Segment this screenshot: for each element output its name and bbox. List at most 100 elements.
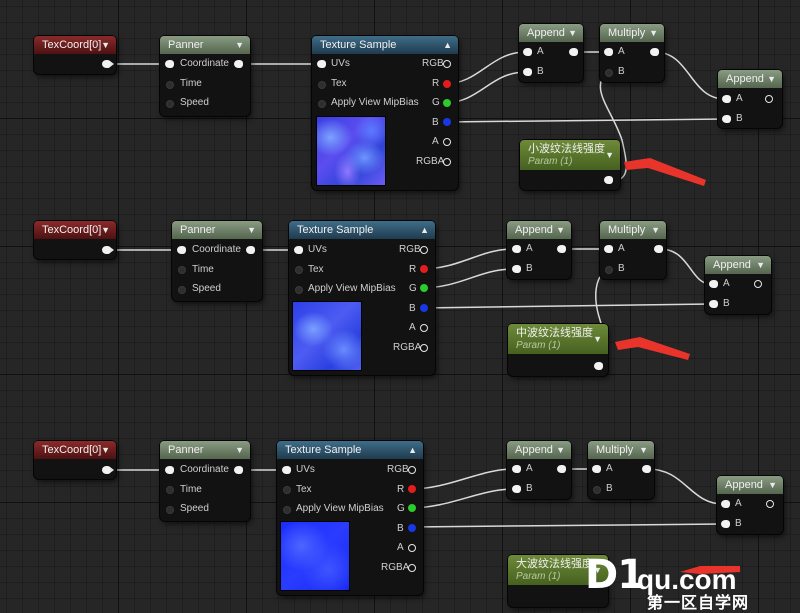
append-node-final[interactable]: Append ▼ A B bbox=[705, 256, 771, 314]
b-input-pin[interactable] bbox=[512, 485, 521, 493]
g-output-pin[interactable] bbox=[420, 284, 428, 292]
a-input-pin[interactable] bbox=[709, 280, 718, 288]
rgba-output-pin[interactable] bbox=[443, 158, 451, 166]
chevron-down-icon[interactable]: ▼ bbox=[247, 221, 256, 239]
mipbias-input-pin[interactable] bbox=[318, 100, 326, 108]
chevron-down-icon[interactable]: ▼ bbox=[235, 441, 244, 459]
time-input-pin[interactable] bbox=[166, 81, 174, 89]
chevron-up-icon[interactable]: ▲ bbox=[443, 36, 452, 54]
b-input-pin[interactable] bbox=[512, 265, 521, 273]
a-output-pin[interactable] bbox=[420, 324, 428, 332]
output-pin[interactable] bbox=[604, 176, 613, 184]
chevron-down-icon[interactable]: ▼ bbox=[605, 146, 614, 164]
append-node-final[interactable]: Append ▼ A B bbox=[717, 476, 783, 534]
rgba-output-pin[interactable] bbox=[420, 344, 428, 352]
tex-input-pin[interactable] bbox=[318, 81, 326, 89]
chevron-down-icon[interactable]: ▼ bbox=[651, 221, 660, 239]
chevron-down-icon[interactable]: ▼ bbox=[768, 476, 777, 494]
a-input-pin[interactable] bbox=[604, 245, 613, 253]
multiply-node[interactable]: Multiply ▼ A B bbox=[600, 24, 664, 82]
coordinate-input-pin[interactable] bbox=[177, 246, 186, 254]
b-output-pin[interactable] bbox=[408, 524, 416, 532]
mipbias-input-pin[interactable] bbox=[283, 506, 291, 514]
a-output-pin[interactable] bbox=[408, 544, 416, 552]
b-input-pin[interactable] bbox=[722, 115, 731, 123]
texture-sample-node[interactable]: Texture Sample ▲ UVs Tex Apply View MipBi… bbox=[277, 441, 423, 595]
a-input-pin[interactable] bbox=[592, 465, 601, 473]
tex-input-pin[interactable] bbox=[283, 486, 291, 494]
a-output-pin[interactable] bbox=[443, 138, 451, 146]
tex-input-pin[interactable] bbox=[295, 266, 303, 274]
rgba-output-pin[interactable] bbox=[408, 564, 416, 572]
chevron-up-icon[interactable]: ▲ bbox=[420, 221, 429, 239]
chevron-down-icon[interactable]: ▼ bbox=[568, 24, 577, 42]
time-input-pin[interactable] bbox=[178, 266, 186, 274]
output-pin[interactable] bbox=[557, 465, 566, 473]
speed-input-pin[interactable] bbox=[178, 286, 186, 294]
panner-node[interactable]: Panner ▼ Coordinate Time Speed bbox=[160, 36, 250, 116]
mipbias-input-pin[interactable] bbox=[295, 286, 303, 294]
texcoord-node[interactable]: TexCoord[0] ▼ bbox=[34, 441, 116, 479]
append-node-final[interactable]: Append ▼ A B bbox=[718, 70, 782, 128]
r-output-pin[interactable] bbox=[408, 485, 416, 493]
chevron-down-icon[interactable]: ▼ bbox=[556, 221, 565, 239]
append-node[interactable]: Append ▼ A B bbox=[519, 24, 583, 82]
chevron-up-icon[interactable]: ▲ bbox=[408, 441, 417, 459]
chevron-down-icon[interactable]: ▼ bbox=[235, 36, 244, 54]
chevron-down-icon[interactable]: ▼ bbox=[767, 70, 776, 88]
output-pin[interactable] bbox=[246, 246, 255, 254]
texture-sample-node[interactable]: Texture Sample ▲ UVs Tex Apply View MipBi… bbox=[312, 36, 458, 190]
texcoord-node[interactable]: TexCoord[0] ▼ bbox=[34, 36, 116, 74]
output-pin[interactable] bbox=[557, 245, 566, 253]
b-input-pin[interactable] bbox=[721, 520, 730, 528]
a-input-pin[interactable] bbox=[721, 500, 730, 508]
texcoord-node[interactable]: TexCoord[0] ▼ bbox=[34, 221, 116, 259]
b-output-pin[interactable] bbox=[420, 304, 428, 312]
output-pin[interactable] bbox=[654, 245, 663, 253]
output-pin[interactable] bbox=[569, 48, 578, 56]
chevron-down-icon[interactable]: ▼ bbox=[756, 256, 765, 274]
multiply-node[interactable]: Multiply ▼ A B bbox=[600, 221, 666, 279]
output-pin[interactable] bbox=[766, 500, 774, 508]
output-pin[interactable] bbox=[754, 280, 762, 288]
param-node[interactable]: 中波纹法线强度 Param (1) ▼ bbox=[508, 324, 608, 376]
chevron-down-icon[interactable]: ▼ bbox=[593, 330, 602, 348]
chevron-down-icon[interactable]: ▼ bbox=[639, 441, 648, 459]
coordinate-input-pin[interactable] bbox=[165, 60, 174, 68]
b-input-pin[interactable] bbox=[709, 300, 718, 308]
texture-sample-node[interactable]: Texture Sample ▲ UVs Tex Apply View MipBi… bbox=[289, 221, 435, 375]
output-pin[interactable] bbox=[234, 466, 243, 474]
chevron-down-icon[interactable]: ▼ bbox=[556, 441, 565, 459]
uvs-input-pin[interactable] bbox=[282, 466, 291, 474]
r-output-pin[interactable] bbox=[443, 80, 451, 88]
output-pin[interactable] bbox=[594, 362, 603, 370]
panner-node[interactable]: Panner ▼ Coordinate Time Speed bbox=[160, 441, 250, 521]
coordinate-input-pin[interactable] bbox=[165, 466, 174, 474]
append-node[interactable]: Append ▼ A B bbox=[507, 221, 571, 279]
panner-node[interactable]: Panner ▼ Coordinate Time Speed bbox=[172, 221, 262, 301]
g-output-pin[interactable] bbox=[443, 99, 451, 107]
chevron-down-icon[interactable]: ▼ bbox=[101, 441, 110, 459]
b-input-pin[interactable] bbox=[523, 68, 532, 76]
append-node[interactable]: Append ▼ A B bbox=[507, 441, 571, 499]
a-input-pin[interactable] bbox=[722, 95, 731, 103]
param-node[interactable]: 小波纹法线强度 Param (1) ▼ bbox=[520, 140, 620, 190]
a-input-pin[interactable] bbox=[523, 48, 532, 56]
speed-input-pin[interactable] bbox=[166, 100, 174, 108]
a-input-pin[interactable] bbox=[512, 245, 521, 253]
chevron-down-icon[interactable]: ▼ bbox=[101, 36, 110, 54]
speed-input-pin[interactable] bbox=[166, 506, 174, 514]
uvs-input-pin[interactable] bbox=[317, 60, 326, 68]
a-input-pin[interactable] bbox=[512, 465, 521, 473]
a-input-pin[interactable] bbox=[604, 48, 613, 56]
b-input-pin[interactable] bbox=[605, 69, 613, 77]
rgb-output-pin[interactable] bbox=[443, 60, 451, 68]
output-pin[interactable] bbox=[765, 95, 773, 103]
b-input-pin[interactable] bbox=[605, 266, 613, 274]
b-input-pin[interactable] bbox=[593, 486, 601, 494]
time-input-pin[interactable] bbox=[166, 486, 174, 494]
rgb-output-pin[interactable] bbox=[420, 246, 428, 254]
r-output-pin[interactable] bbox=[420, 265, 428, 273]
g-output-pin[interactable] bbox=[408, 504, 416, 512]
chevron-down-icon[interactable]: ▼ bbox=[649, 24, 658, 42]
